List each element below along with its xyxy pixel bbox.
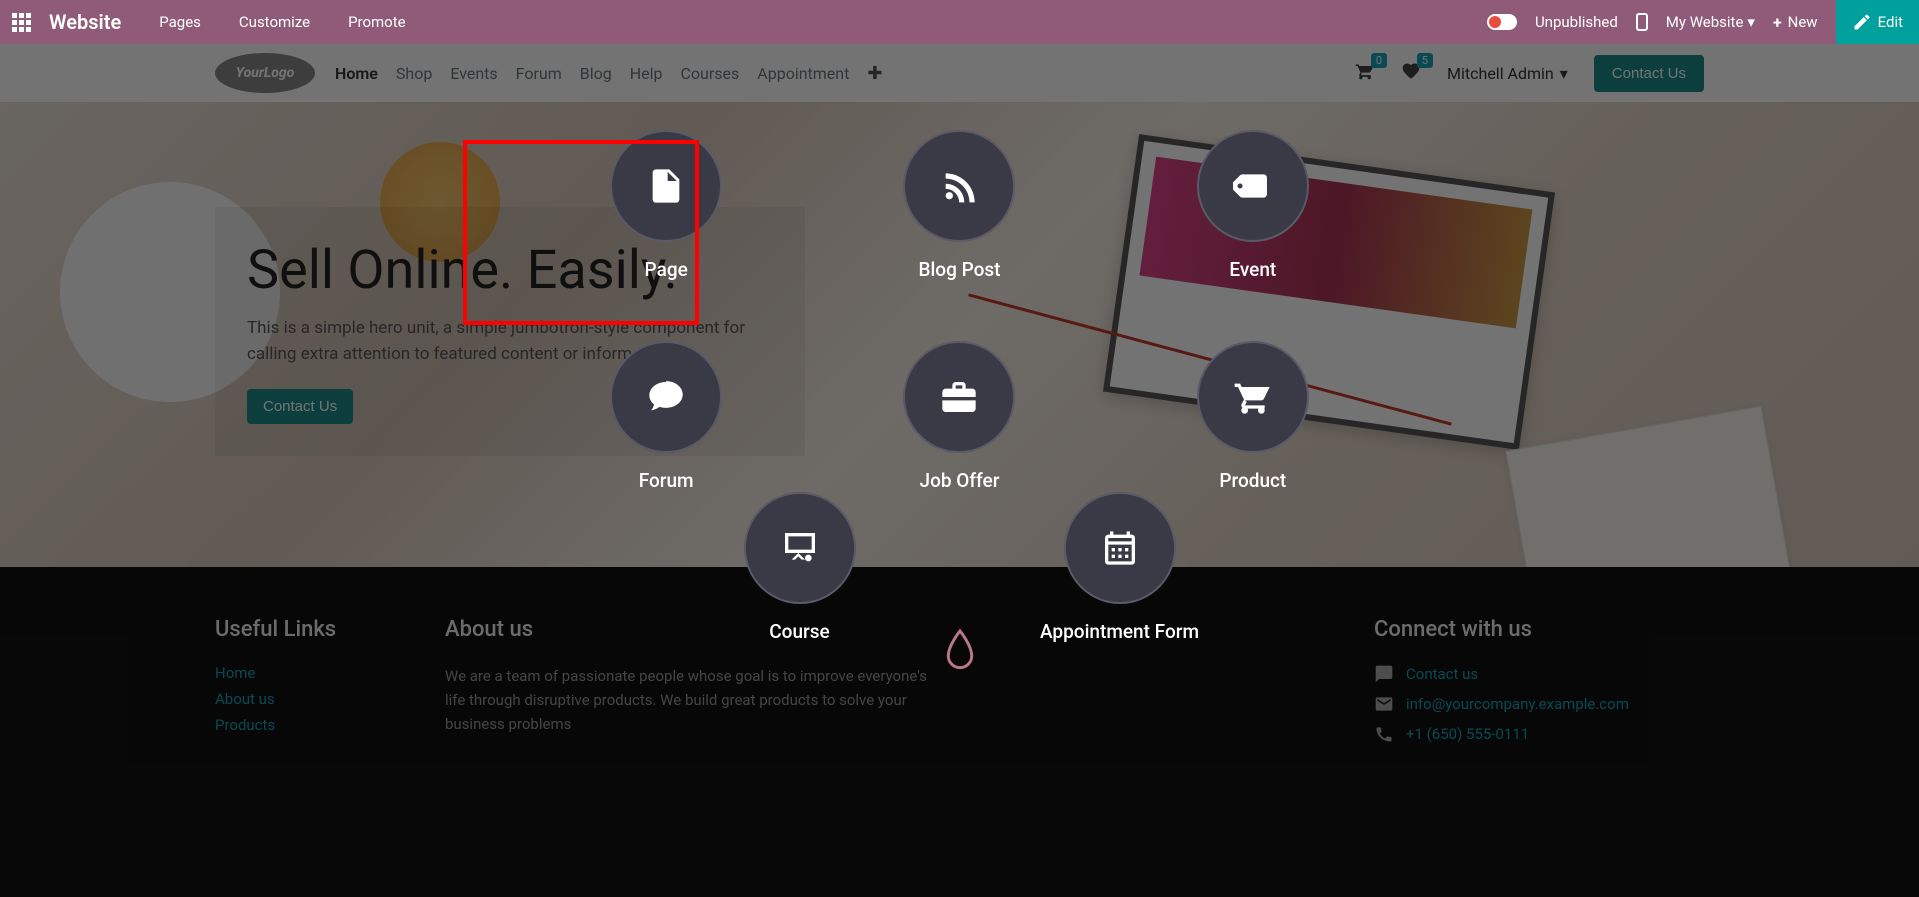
- presentation-icon: [780, 528, 820, 568]
- ticket-icon: [1233, 166, 1273, 206]
- pencil-icon: [1852, 12, 1872, 32]
- calendar-icon: [1100, 528, 1140, 568]
- new-button[interactable]: +New: [1773, 13, 1818, 32]
- new-product-label: Product: [1219, 469, 1286, 492]
- new-content-modal-row3: Course Appointment Form: [700, 492, 1220, 643]
- new-event-option[interactable]: Event: [1197, 130, 1309, 281]
- new-page-option[interactable]: Page: [610, 130, 722, 281]
- new-blogpost-option[interactable]: Blog Post: [903, 130, 1015, 281]
- new-product-option[interactable]: Product: [1197, 341, 1309, 492]
- new-content-modal: Page Blog Post Event Forum Job Offer Pro…: [580, 130, 1340, 492]
- menu-promote[interactable]: Promote: [338, 13, 416, 31]
- new-forum-label: Forum: [639, 469, 694, 492]
- publish-toggle[interactable]: [1487, 14, 1517, 30]
- menu-customize[interactable]: Customize: [229, 13, 320, 31]
- speech-icon: [646, 377, 686, 417]
- new-joboffer-option[interactable]: Job Offer: [903, 341, 1015, 492]
- new-appointment-option[interactable]: Appointment Form: [1040, 492, 1199, 643]
- website-selector[interactable]: My Website▾: [1666, 13, 1755, 31]
- page-icon: [646, 166, 686, 206]
- apps-icon[interactable]: [12, 13, 31, 32]
- mobile-preview-icon[interactable]: [1636, 13, 1648, 31]
- new-page-label: Page: [645, 258, 688, 281]
- briefcase-icon: [939, 377, 979, 417]
- new-forum-option[interactable]: Forum: [610, 341, 722, 492]
- edit-button[interactable]: Edit: [1836, 0, 1919, 44]
- publish-status: Unpublished: [1535, 13, 1618, 31]
- app-brand[interactable]: Website: [49, 10, 121, 34]
- new-blogpost-label: Blog Post: [918, 258, 1000, 281]
- rss-icon: [939, 166, 979, 206]
- new-course-label: Course: [769, 620, 829, 643]
- menu-pages[interactable]: Pages: [149, 13, 211, 31]
- new-event-label: Event: [1229, 258, 1276, 281]
- editor-topbar: Website Pages Customize Promote Unpublis…: [0, 0, 1919, 44]
- cart-icon: [1233, 377, 1273, 417]
- new-course-option[interactable]: Course: [744, 492, 856, 643]
- new-appointment-label: Appointment Form: [1040, 620, 1199, 643]
- odoo-drop-icon: [942, 628, 978, 672]
- new-joboffer-label: Job Offer: [920, 469, 1000, 492]
- plus-icon: +: [1773, 13, 1782, 32]
